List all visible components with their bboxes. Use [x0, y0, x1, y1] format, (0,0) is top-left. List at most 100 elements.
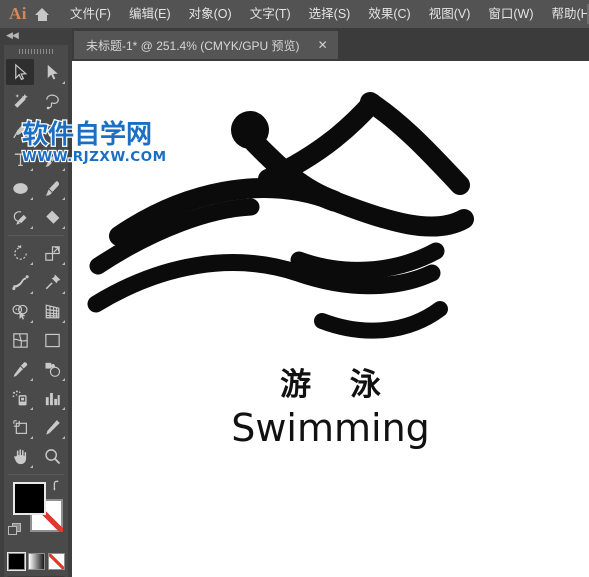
flyout-triangle: [30, 320, 33, 323]
pen-nib-icon: [12, 123, 27, 139]
artwork-label-chinese[interactable]: 游 泳: [72, 359, 589, 404]
artwork-label-english[interactable]: Swimming: [72, 406, 589, 450]
drag-handle-dots: [19, 49, 53, 54]
free-transform-pin-icon: [45, 274, 60, 290]
document-tab[interactable]: 未标题-1* @ 251.4% (CMYK/GPU 预览) ✕: [74, 31, 338, 59]
menu-file[interactable]: 文件(F): [61, 0, 120, 28]
slice-tool[interactable]: [36, 413, 68, 442]
curvature-tool[interactable]: [36, 116, 68, 145]
flyout-triangle: [30, 139, 33, 142]
artboard-tool[interactable]: [4, 413, 36, 442]
double-chevron-left-icon: ◀◀: [6, 30, 19, 40]
default-fill-box: [8, 526, 17, 535]
swimmer-raised-arm: [360, 92, 470, 195]
hand-icon: [13, 449, 26, 465]
mesh-tool[interactable]: [4, 326, 36, 355]
slice-knife-icon: [45, 420, 60, 435]
flyout-triangle: [30, 291, 33, 294]
mesh-icon: [12, 333, 28, 348]
flyout-triangle: [30, 407, 33, 410]
pen-tool[interactable]: [4, 116, 36, 145]
shaper-icon: [13, 211, 27, 225]
flyout-triangle: [62, 197, 65, 200]
symbol-sprayer-icon: [12, 390, 27, 406]
scale-icon: [44, 246, 60, 261]
width-tool[interactable]: [4, 268, 36, 297]
blend-tool[interactable]: [36, 355, 68, 384]
illustrator-window: Ai 文件(F) 编辑(E) 对象(O) 文字(T) 选择(S) 效果(C) 视…: [0, 0, 589, 577]
menu-edit[interactable]: 编辑(E): [120, 0, 180, 28]
default-fill-stroke-icon[interactable]: [8, 523, 21, 536]
direct-selection-tool[interactable]: [36, 58, 68, 87]
fill-stroke-controls: [4, 478, 68, 552]
swimmer-illustration: [87, 92, 474, 339]
flyout-triangle: [62, 436, 65, 439]
menu-help[interactable]: 帮助(H): [543, 0, 589, 28]
menu-object[interactable]: 对象(O): [180, 0, 241, 28]
tools-panel-inner: ···: [4, 45, 68, 577]
swimming-artwork[interactable]: [72, 61, 589, 577]
flyout-triangle: [62, 291, 65, 294]
blend-icon: [44, 362, 60, 377]
flyout-triangle: [30, 168, 33, 171]
lasso-icon: [45, 94, 59, 110]
tools-grid: [4, 58, 68, 471]
menu-window[interactable]: 窗口(W): [479, 0, 542, 28]
hand-tool[interactable]: [4, 442, 36, 471]
selection-tool[interactable]: [4, 58, 36, 87]
flyout-triangle: [30, 226, 33, 229]
menu-effect[interactable]: 效果(C): [359, 0, 419, 28]
color-mode-button[interactable]: [6, 552, 26, 571]
lasso-tool[interactable]: [36, 87, 68, 116]
eraser-tool[interactable]: [36, 203, 68, 232]
app-logo: Ai: [9, 4, 27, 23]
magic-wand-tool[interactable]: [4, 87, 36, 116]
paintbrush-icon: [44, 152, 60, 167]
magnifier-icon: [44, 449, 60, 465]
menu-view[interactable]: 视图(V): [420, 0, 480, 28]
document-tab-title: 未标题-1* @ 251.4% (CMYK/GPU 预览): [86, 38, 300, 53]
perspective-grid-tool[interactable]: [36, 297, 68, 326]
shape-builder-tool[interactable]: [4, 297, 36, 326]
scale-tool[interactable]: [36, 239, 68, 268]
eyedropper-tool[interactable]: [4, 355, 36, 384]
flyout-triangle: [62, 262, 65, 265]
rotate-icon: [13, 245, 27, 260]
eraser-icon: [45, 210, 59, 224]
menu-type[interactable]: 文字(T): [241, 0, 300, 28]
tools-panel: ◀◀: [0, 28, 72, 577]
paintbrush-tool[interactable]: [36, 145, 68, 174]
perspective-grid-icon: [45, 304, 59, 319]
document-canvas[interactable]: 游 泳 Swimming: [72, 61, 589, 577]
blob-brush-tool[interactable]: [36, 174, 68, 203]
home-icon[interactable]: [35, 0, 50, 28]
direct-selection-arrow-icon: [47, 64, 58, 80]
home-glyph: [35, 7, 50, 21]
gradient-mode-button[interactable]: [27, 553, 45, 570]
shape-builder-icon: [11, 304, 28, 320]
type-tool[interactable]: [4, 145, 36, 174]
tool-divider: [8, 474, 64, 475]
close-icon[interactable]: ✕: [314, 31, 332, 59]
home-body: [38, 13, 47, 21]
magic-wand-icon: [14, 93, 28, 108]
flyout-triangle: [30, 436, 33, 439]
swap-fill-stroke-icon[interactable]: [52, 479, 65, 492]
collapse-panel-button[interactable]: ◀◀: [0, 28, 72, 43]
shaper-tool[interactable]: [4, 203, 36, 232]
rotate-tool[interactable]: [4, 239, 36, 268]
panel-drag-handle[interactable]: [4, 45, 68, 58]
column-graph-tool[interactable]: [36, 384, 68, 413]
document-tab-strip: 未标题-1* @ 251.4% (CMYK/GPU 预览) ✕: [72, 28, 589, 61]
symbol-sprayer-tool[interactable]: [4, 384, 36, 413]
flyout-triangle: [62, 407, 65, 410]
zoom-tool[interactable]: [36, 442, 68, 471]
menu-select[interactable]: 选择(S): [300, 0, 360, 28]
flyout-triangle: [30, 197, 33, 200]
ellipse-tool[interactable]: [4, 174, 36, 203]
none-mode-button[interactable]: [47, 553, 65, 570]
gradient-tool[interactable]: [36, 326, 68, 355]
fill-swatch[interactable]: [13, 482, 46, 515]
flyout-triangle: [62, 320, 65, 323]
free-transform-tool[interactable]: [36, 268, 68, 297]
